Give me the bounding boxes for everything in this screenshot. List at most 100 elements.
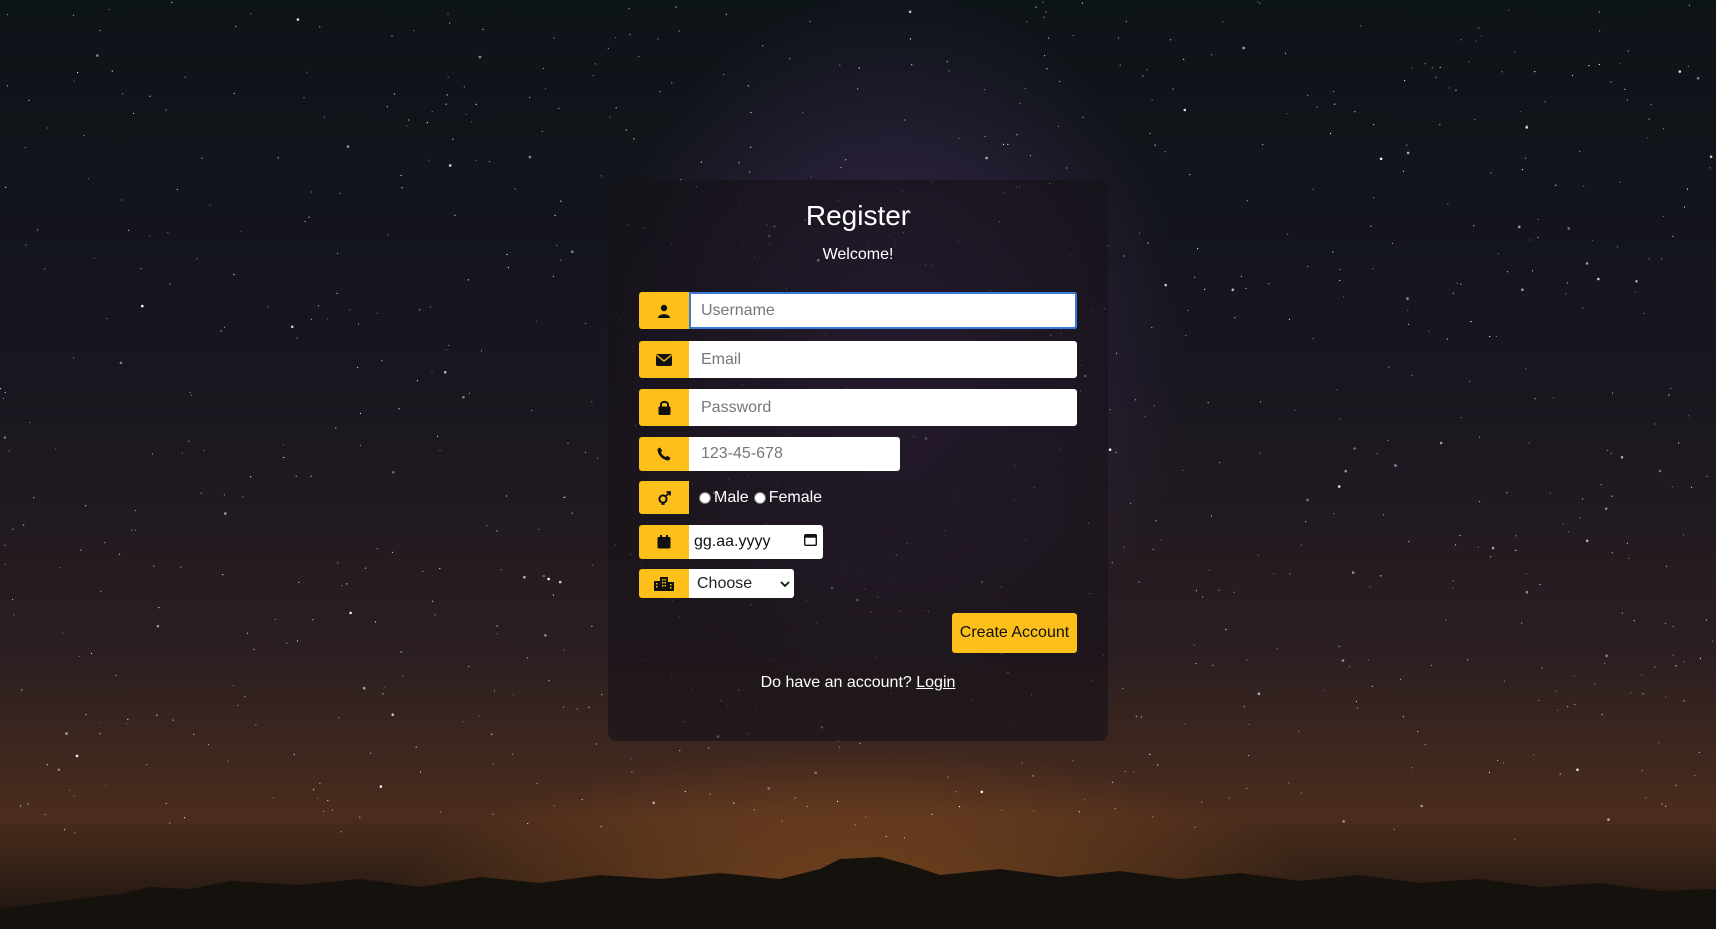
star	[1506, 271, 1509, 273]
star	[571, 512, 573, 514]
star	[1675, 784, 1677, 786]
star	[548, 680, 550, 682]
male-radio[interactable]	[699, 491, 711, 504]
star	[400, 651, 402, 653]
star	[600, 175, 602, 177]
phone-row	[639, 437, 900, 471]
star	[1114, 808, 1116, 810]
female-label[interactable]: Female	[769, 489, 822, 507]
star	[985, 156, 988, 160]
username-row	[639, 292, 1077, 329]
star	[1109, 409, 1111, 411]
birthdate-input[interactable]: gg.aa.yyyy	[689, 525, 823, 559]
password-input[interactable]	[689, 389, 1077, 426]
star	[282, 444, 284, 446]
calendar-picker-icon[interactable]	[803, 533, 818, 551]
star	[614, 36, 617, 39]
star	[413, 30, 415, 32]
star	[4, 563, 6, 566]
star	[1574, 703, 1576, 705]
star	[1585, 539, 1589, 543]
female-radio[interactable]	[753, 491, 766, 504]
star	[1557, 709, 1559, 711]
star	[553, 37, 555, 39]
star	[1016, 134, 1018, 136]
star	[1448, 87, 1450, 89]
male-label[interactable]: Male	[714, 489, 749, 507]
star	[184, 817, 186, 819]
star	[1583, 185, 1585, 187]
create-account-button[interactable]: Create Account	[952, 613, 1077, 653]
star	[600, 825, 602, 828]
star	[1289, 573, 1291, 575]
calendar-icon	[639, 525, 689, 559]
star	[1524, 157, 1526, 159]
star	[28, 99, 30, 101]
star	[1152, 816, 1154, 818]
username-input[interactable]	[689, 292, 1077, 329]
star	[99, 29, 101, 32]
star	[1683, 700, 1685, 702]
star	[671, 82, 673, 84]
star	[1002, 143, 1005, 145]
star	[1342, 820, 1345, 823]
login-link[interactable]: Login	[916, 674, 955, 691]
star	[1316, 106, 1318, 108]
star	[73, 795, 75, 798]
phone-input[interactable]	[689, 437, 900, 471]
star	[1400, 678, 1402, 680]
city-select[interactable]: Choose	[689, 569, 794, 598]
star	[447, 13, 449, 15]
star	[1379, 157, 1383, 161]
star	[1468, 61, 1470, 63]
star	[29, 422, 31, 424]
star	[1654, 666, 1656, 668]
star	[176, 188, 178, 191]
star	[1552, 397, 1555, 399]
star	[196, 258, 198, 260]
star	[465, 113, 467, 116]
star	[523, 575, 526, 579]
star	[1628, 557, 1630, 560]
star	[1197, 248, 1199, 250]
star	[253, 648, 255, 651]
star	[250, 13, 252, 15]
star	[319, 26, 321, 28]
star	[1202, 596, 1204, 598]
star	[547, 577, 550, 581]
star	[439, 567, 441, 570]
star	[1658, 469, 1662, 473]
star	[1391, 242, 1393, 244]
star	[1344, 469, 1347, 473]
star	[536, 783, 538, 785]
star	[1634, 291, 1636, 293]
star	[709, 793, 711, 795]
star	[337, 562, 339, 564]
email-input[interactable]	[689, 341, 1077, 378]
star	[552, 275, 554, 277]
star	[1189, 174, 1191, 176]
star	[323, 116, 326, 118]
star	[419, 771, 422, 773]
star	[382, 693, 384, 695]
star	[1406, 144, 1408, 146]
star	[125, 722, 128, 725]
star	[189, 391, 191, 393]
star	[946, 61, 948, 63]
star	[272, 797, 274, 799]
star	[1193, 644, 1195, 646]
star	[1372, 268, 1374, 270]
star	[1393, 828, 1395, 831]
star	[359, 412, 361, 414]
star	[1455, 544, 1457, 546]
star	[1525, 573, 1527, 575]
star	[247, 632, 249, 634]
welcome-subtitle: Welcome!	[822, 246, 894, 263]
star	[1431, 67, 1433, 69]
star	[1286, 113, 1288, 115]
user-icon	[639, 292, 689, 329]
star	[1439, 124, 1441, 126]
star	[1526, 125, 1528, 127]
star	[1394, 464, 1397, 467]
star	[431, 370, 433, 373]
